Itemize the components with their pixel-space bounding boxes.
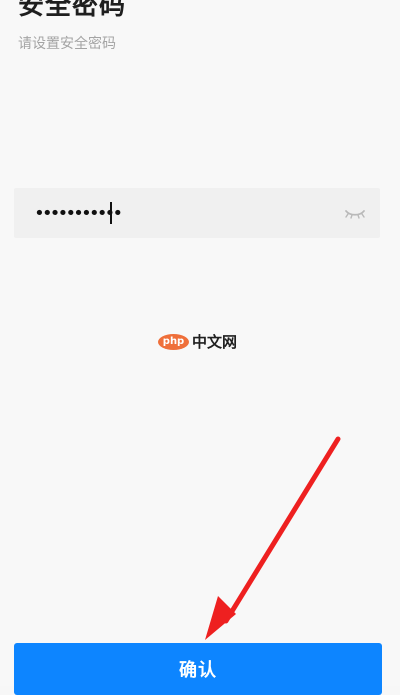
security-password-screen: 安全密码 请设置安全密码 php 中文网 确认 <box>0 0 400 695</box>
password-input[interactable] <box>34 198 334 228</box>
watermark-badge: php <box>158 334 189 350</box>
password-field-container[interactable] <box>14 188 380 238</box>
eye-closed-icon[interactable] <box>344 205 366 221</box>
text-cursor <box>110 202 112 224</box>
red-arrow-icon <box>205 436 341 640</box>
php-chinese-watermark: php 中文网 <box>158 332 244 352</box>
page-subtitle: 请设置安全密码 <box>18 36 116 52</box>
confirm-button[interactable]: 确认 <box>14 643 382 695</box>
page-title: 安全密码 <box>18 0 127 21</box>
watermark-text: 中文网 <box>192 333 238 351</box>
